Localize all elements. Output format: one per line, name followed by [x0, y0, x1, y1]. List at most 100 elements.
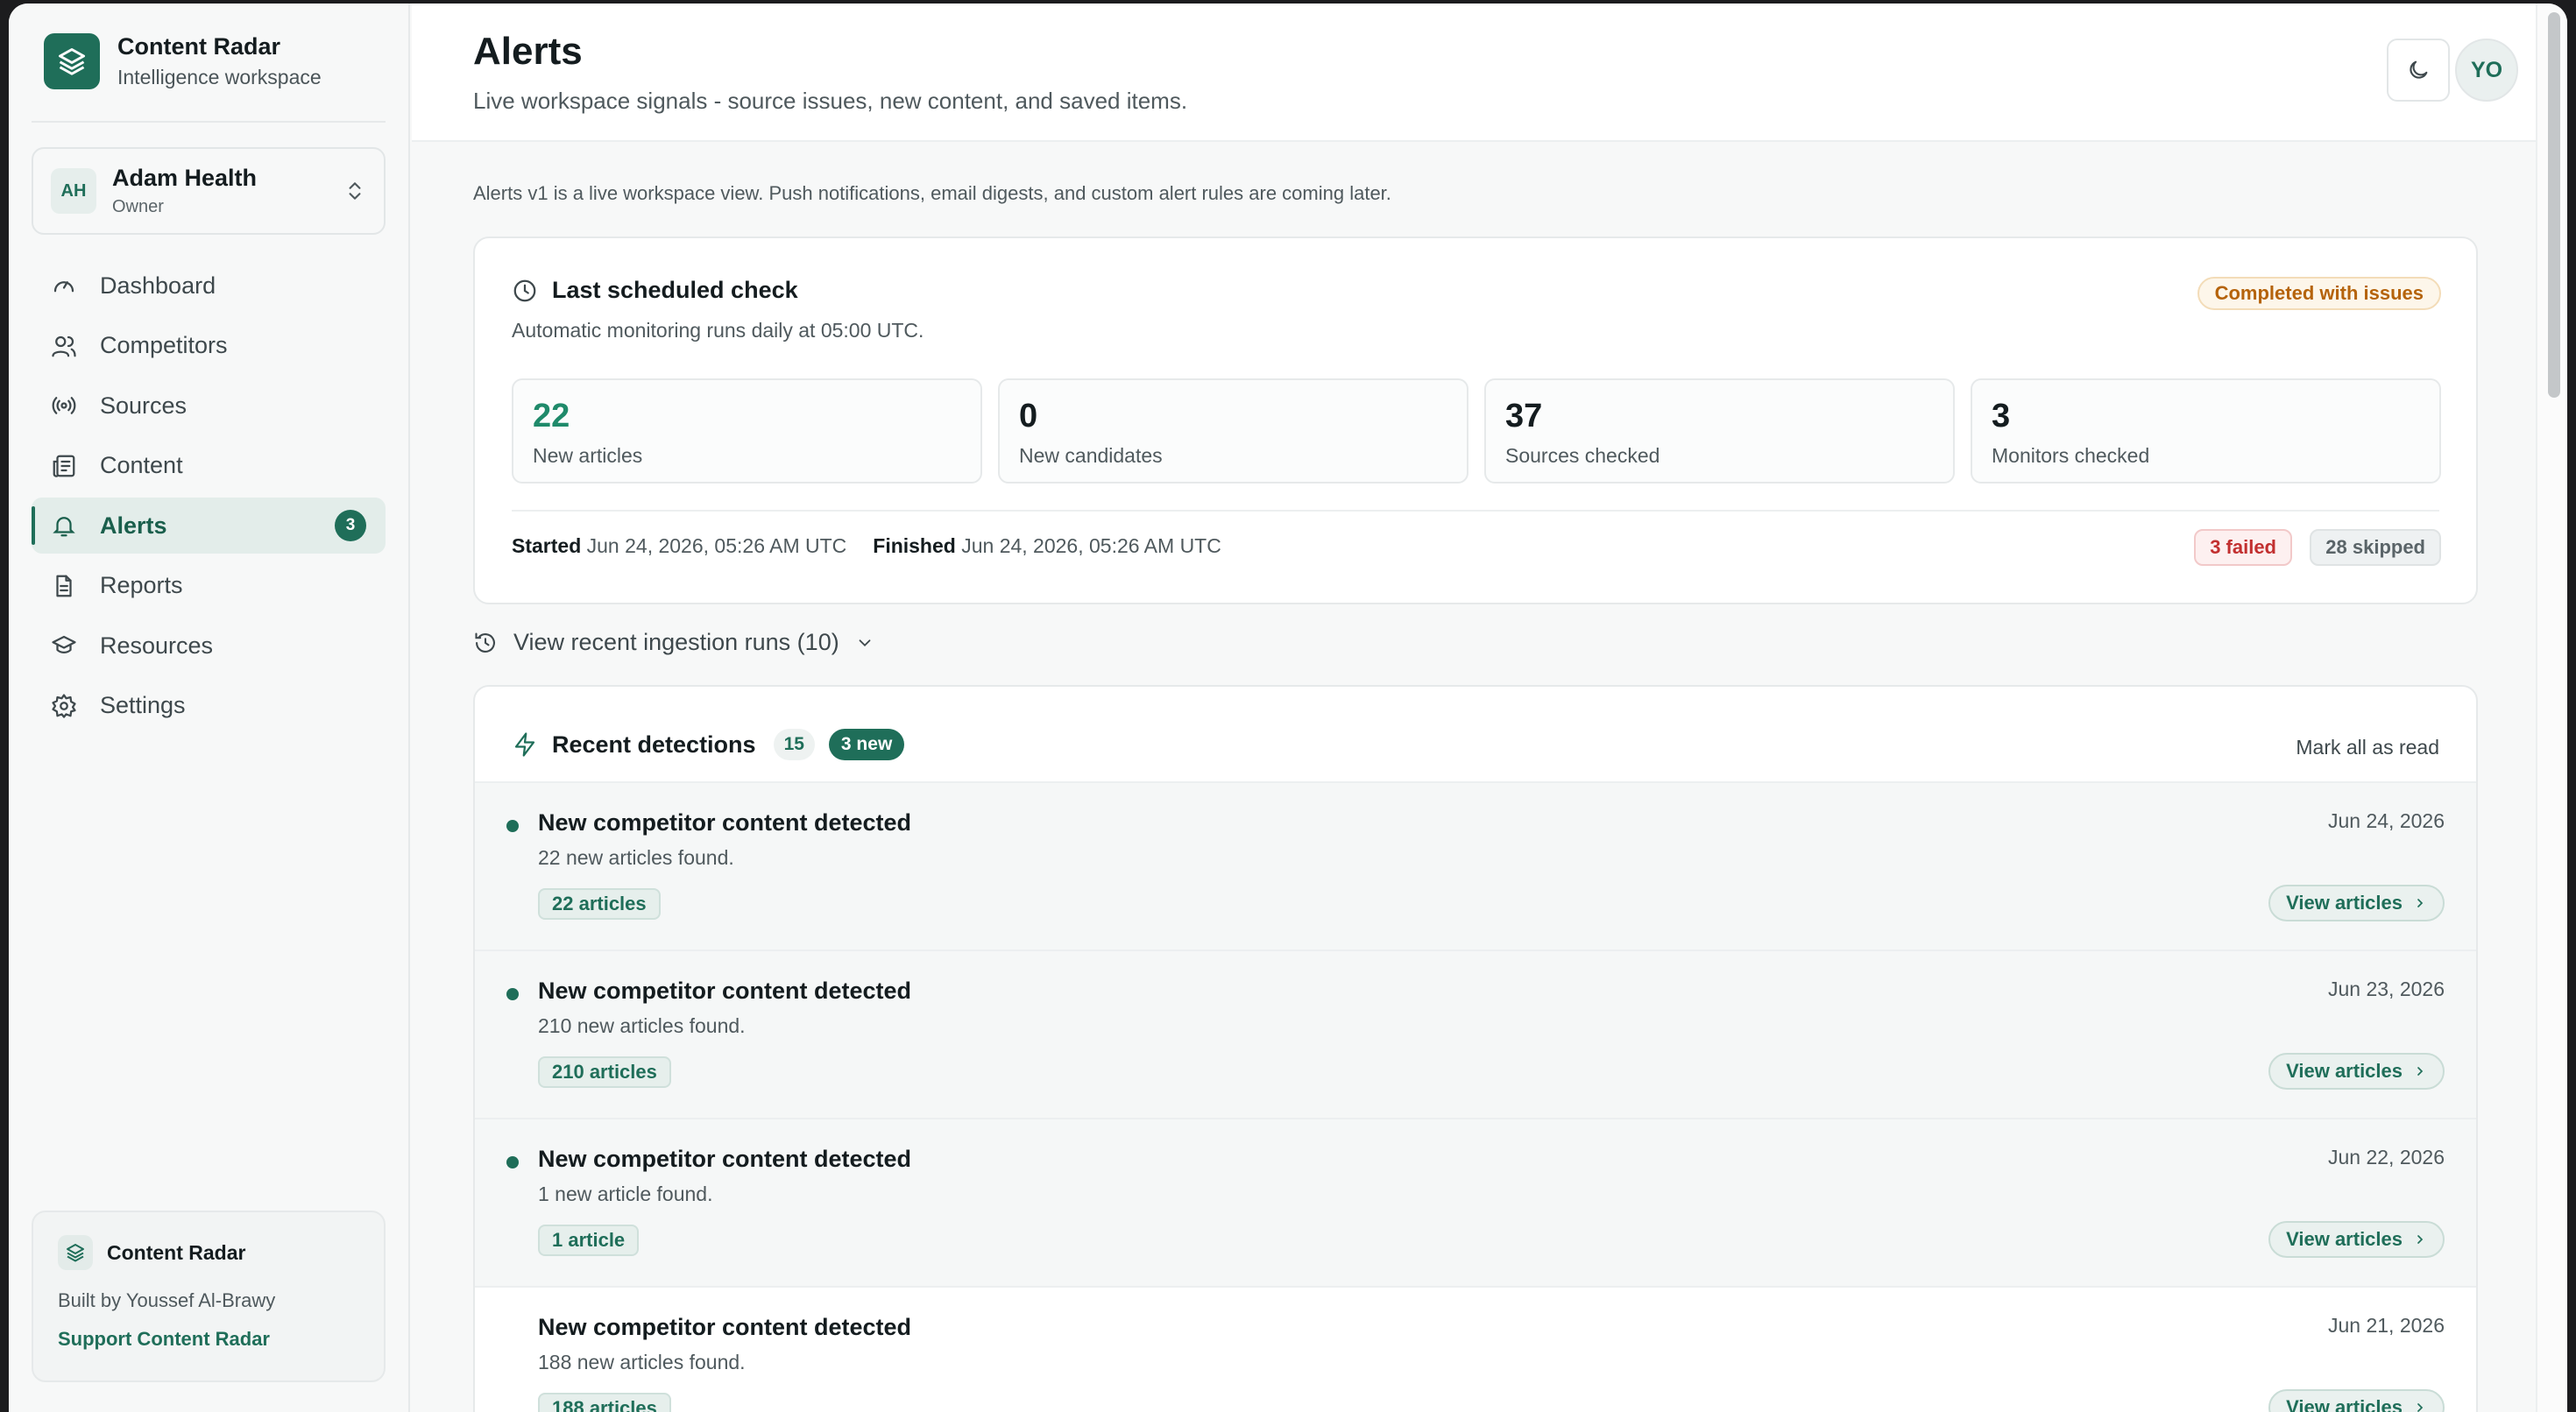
- users-icon: [52, 335, 76, 357]
- gear-icon: [52, 693, 76, 718]
- file-text-icon: [56, 575, 72, 597]
- layers-icon: [58, 1235, 93, 1270]
- divider: [512, 510, 2439, 512]
- theme-toggle-button[interactable]: [2387, 39, 2450, 102]
- chevron-right-icon: [2417, 1403, 2424, 1412]
- chevrons-up-down-icon: [349, 182, 361, 200]
- article-count-chip: 210 articles: [538, 1056, 671, 1088]
- article-count-chip: 188 articles: [538, 1393, 671, 1412]
- detection-date: Jun 22, 2026: [2327, 1146, 2445, 1168]
- gauge-icon: [53, 281, 74, 293]
- view-articles-button[interactable]: View articles: [2268, 1389, 2445, 1412]
- failed-badge: 3 failed: [2194, 529, 2292, 566]
- article-count-chip: 22 articles: [538, 888, 661, 920]
- clock-icon: [513, 279, 536, 301]
- alerts-count-badge: 3: [335, 510, 366, 541]
- sidebar-item-label: Alerts: [100, 512, 167, 539]
- main-content: Alerts Live workspace signals - source i…: [412, 4, 2536, 1412]
- finished-value: Jun 24, 2026, 05:26 AM UTC: [961, 534, 1221, 557]
- list-item[interactable]: New competitor content detected 188 new …: [475, 1286, 2476, 1412]
- list-item[interactable]: New competitor content detected 210 new …: [475, 950, 2476, 1118]
- brand-subtitle: Intelligence workspace: [117, 66, 322, 88]
- stat-value: 3: [1992, 398, 2011, 434]
- new-count-badge: 3 new: [828, 729, 905, 760]
- status-badge: Completed with issues: [2197, 277, 2441, 310]
- sidebar: Content Radar Intelligence workspace AH …: [9, 4, 410, 1412]
- page-subtitle: Live workspace signals - source issues, …: [473, 88, 1188, 114]
- mark-all-read-button[interactable]: Mark all as read: [2296, 736, 2439, 759]
- started-value: Jun 24, 2026, 05:26 AM UTC: [586, 534, 847, 557]
- detection-subtitle: 1 new article found.: [538, 1183, 713, 1205]
- stat-new-candidates: 0 New candidates: [998, 378, 1468, 484]
- chevron-right-icon: [2417, 1235, 2424, 1244]
- scheduled-check-title: Last scheduled check: [552, 277, 798, 303]
- sidebar-item-resources[interactable]: Resources: [32, 618, 386, 674]
- stat-monitors-checked: 3 Monitors checked: [1971, 378, 2441, 484]
- view-articles-label: View articles: [2286, 1060, 2403, 1082]
- chevron-right-icon: [2417, 1067, 2424, 1076]
- support-link[interactable]: Support Content Radar: [58, 1328, 359, 1351]
- detection-title: New competitor content detected: [538, 1146, 912, 1172]
- radio-icon: [52, 397, 76, 414]
- recent-runs-toggle[interactable]: View recent ingestion runs (10): [473, 629, 874, 656]
- sidebar-item-settings[interactable]: Settings: [32, 678, 386, 734]
- stats-row: 22 New articles 0 New candidates 37 Sour…: [512, 378, 2441, 484]
- chevron-right-icon: [2417, 899, 2424, 907]
- workspace-role: Owner: [112, 197, 164, 216]
- view-articles-button[interactable]: View articles: [2268, 1053, 2445, 1090]
- run-times: Started Jun 24, 2026, 05:26 AM UTC Finis…: [512, 534, 1221, 558]
- list-item[interactable]: New competitor content detected 22 new a…: [475, 781, 2476, 950]
- newspaper-icon: [53, 455, 75, 477]
- brand-title: Content Radar: [117, 33, 281, 60]
- recent-runs-label: View recent ingestion runs (10): [513, 629, 839, 655]
- sidebar-item-dashboard[interactable]: Dashboard: [32, 258, 386, 314]
- brand[interactable]: Content Radar Intelligence workspace: [44, 33, 322, 89]
- view-articles-button[interactable]: View articles: [2268, 1221, 2445, 1258]
- bell-icon: [53, 517, 75, 537]
- started-time: Started Jun 24, 2026, 05:26 AM UTC: [512, 534, 846, 558]
- sidebar-nav: Dashboard Competitors Sources Content Al…: [32, 258, 386, 738]
- detections-count-badge: 15: [773, 729, 815, 760]
- stat-label: Monitors checked: [1992, 444, 2150, 467]
- stat-value: 22: [533, 398, 570, 434]
- detections-title: Recent detections: [552, 731, 756, 758]
- scrollbar[interactable]: [2536, 4, 2567, 1412]
- article-count-chip: 1 article: [538, 1225, 640, 1256]
- detection-subtitle: 22 new articles found.: [538, 846, 734, 869]
- recent-detections-card: Recent detections 15 3 new Mark all as r…: [473, 685, 2478, 1412]
- sidebar-item-label: Dashboard: [100, 272, 216, 299]
- sidebar-divider: [32, 121, 386, 123]
- stat-value: 37: [1505, 398, 1543, 434]
- sidebar-item-alerts[interactable]: Alerts 3: [32, 498, 386, 554]
- sidebar-item-sources[interactable]: Sources: [32, 378, 386, 434]
- view-articles-label: View articles: [2286, 892, 2403, 914]
- unread-dot-icon: [506, 1156, 519, 1168]
- stat-label: New articles: [533, 444, 643, 467]
- footer-title: Content Radar: [107, 1240, 246, 1264]
- graduation-cap-icon: [52, 635, 76, 653]
- scrollbar-thumb[interactable]: [2548, 12, 2560, 398]
- sidebar-item-label: Content: [100, 452, 183, 478]
- finished-time: Finished Jun 24, 2026, 05:26 AM UTC: [873, 534, 1221, 558]
- sidebar-item-competitors[interactable]: Competitors: [32, 318, 386, 374]
- workspace-avatar: AH: [51, 168, 96, 214]
- stat-sources-checked: 37 Sources checked: [1484, 378, 1955, 484]
- page-title: Alerts: [473, 30, 583, 73]
- view-articles-button[interactable]: View articles: [2268, 885, 2445, 921]
- detection-date: Jun 24, 2026: [2327, 809, 2445, 832]
- top-bar: Alerts Live workspace signals - source i…: [412, 4, 2536, 142]
- list-item[interactable]: New competitor content detected 1 new ar…: [475, 1118, 2476, 1286]
- unread-dot-icon: [506, 820, 519, 832]
- workspace-switcher[interactable]: AH Adam Health Owner: [32, 147, 386, 235]
- sidebar-item-label: Competitors: [100, 332, 228, 358]
- sidebar-item-reports[interactable]: Reports: [32, 558, 386, 614]
- stat-value: 0: [1019, 398, 1038, 434]
- user-avatar[interactable]: YO: [2455, 39, 2518, 102]
- history-icon: [475, 632, 495, 653]
- chevron-down-icon: [859, 639, 871, 646]
- sidebar-item-content[interactable]: Content: [32, 438, 386, 494]
- view-articles-label: View articles: [2286, 1228, 2403, 1250]
- detection-title: New competitor content detected: [538, 809, 912, 836]
- layers-logo-icon: [44, 33, 100, 89]
- detection-subtitle: 210 new articles found.: [538, 1014, 746, 1037]
